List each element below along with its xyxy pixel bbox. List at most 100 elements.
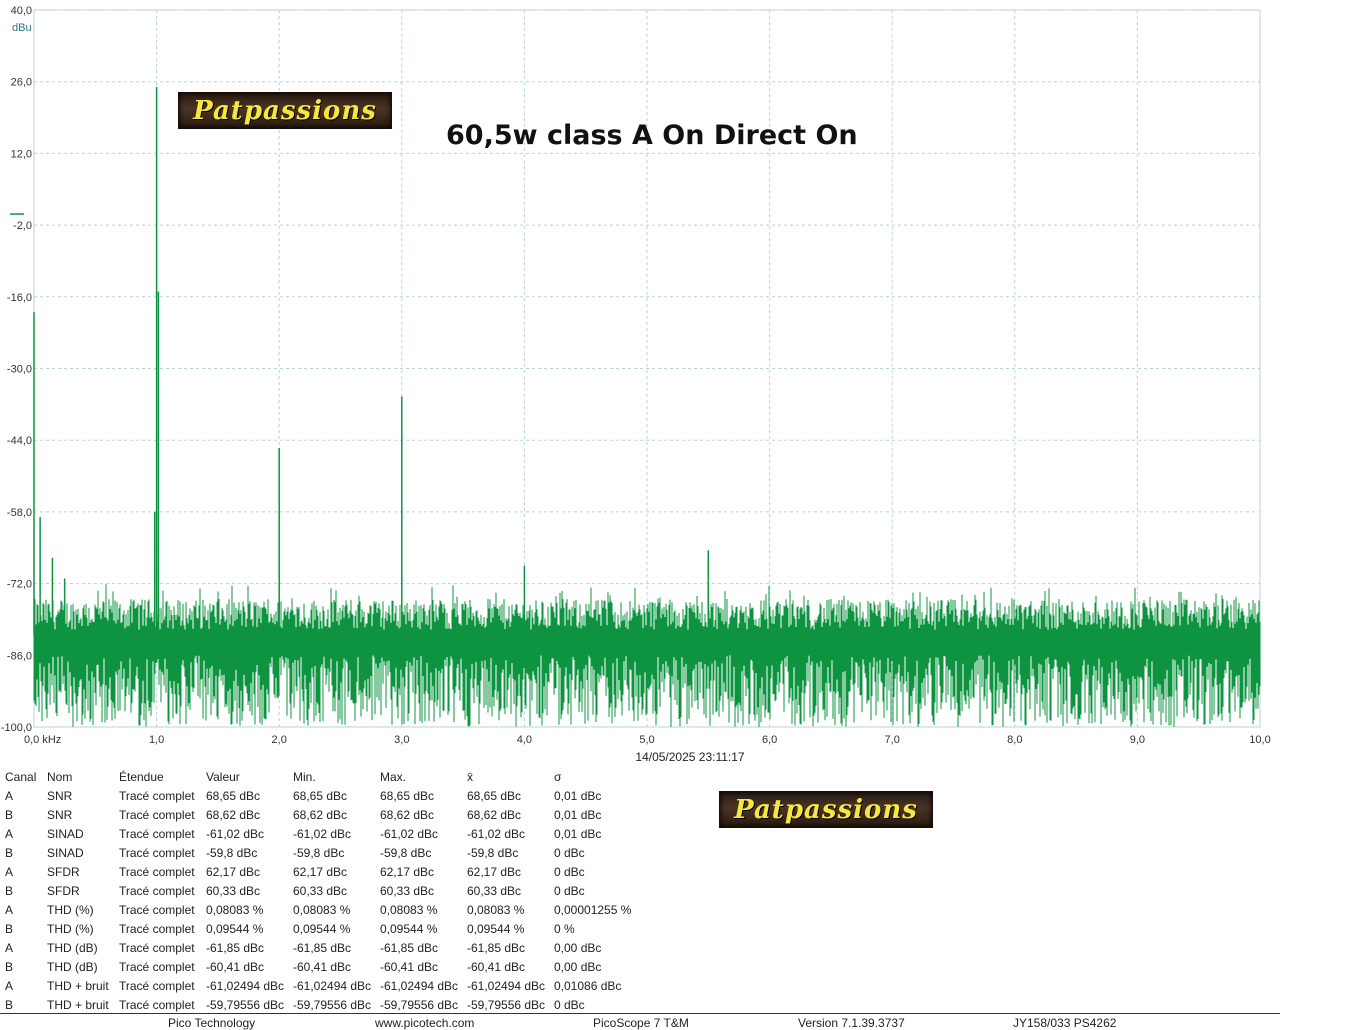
measurement-cell: -61,02494 dBc — [380, 978, 459, 993]
measurements-header-cell: Étendue — [119, 769, 164, 784]
measurements-body: A SNR Tracé complet 68,65 dBc 68,65 dBc 68,65… — [5, 786, 644, 1014]
measurement-cell: THD + bruit — [47, 978, 109, 993]
x-tick-label: 0,0 kHz — [24, 734, 61, 746]
y-tick-label: 40,0 — [11, 5, 32, 17]
measurement-row: A SFDR Tracé complet 62,17 dBc 62,17 dBc 62,1… — [5, 862, 644, 881]
measurement-cell: 60,33 dBc — [467, 883, 522, 898]
footer-divider — [0, 1013, 1280, 1014]
measurement-cell: -59,8 dBc — [467, 845, 519, 860]
y-tick-label: -30,0 — [7, 364, 32, 376]
measurement-cell: 0,08083 % — [467, 902, 525, 917]
measurement-cell: 68,65 dBc — [467, 788, 522, 803]
measurement-cell: B — [5, 959, 14, 974]
measurement-cell: 60,33 dBc — [380, 883, 435, 898]
measurement-cell: 0,08083 % — [293, 902, 351, 917]
x-axis-ticks: 0,0 kHz 1,0 2,0 3,0 4,0 5,0 6,0 7,0 8,0 9,0 10,0 — [24, 734, 1271, 746]
measurement-cell: 60,33 dBc — [293, 883, 348, 898]
measurements-header-cell: σ — [554, 769, 562, 784]
measurement-cell: B — [5, 997, 14, 1012]
measurement-cell: Tracé complet — [119, 864, 195, 879]
measurement-cell: 0,09544 % — [206, 921, 264, 936]
measurement-cell: B — [5, 883, 14, 898]
x-tick-label: 5,0 — [639, 734, 654, 746]
measurement-cell: -61,02494 dBc — [467, 978, 546, 993]
y-tick-label: 12,0 — [11, 148, 32, 160]
measurement-cell: -61,02494 dBc — [293, 978, 372, 993]
footer-website: www.picotech.com — [375, 1016, 475, 1030]
measurement-cell: A — [5, 864, 14, 879]
measurement-cell: 0,00 dBc — [554, 959, 602, 974]
measurement-cell: Tracé complet — [119, 978, 195, 993]
measurement-cell: 62,17 dBc — [293, 864, 348, 879]
measurement-cell: A — [5, 788, 14, 803]
capture-timestamp: 14/05/2025 23:11:17 — [635, 750, 745, 764]
measurement-row: B THD (dB) Tracé complet -60,41 dBc -60,41 d… — [5, 957, 644, 976]
y-tick-label: -16,0 — [7, 292, 32, 304]
measurement-cell: 0 dBc — [554, 997, 585, 1012]
x-tick-label: 3,0 — [394, 734, 409, 746]
x-tick-label: 9,0 — [1130, 734, 1145, 746]
measurements-header-cell: Canal — [5, 769, 37, 784]
x-tick-label: 7,0 — [885, 734, 900, 746]
y-tick-label: -44,0 — [7, 435, 32, 447]
measurement-cell: 0,00001255 % — [554, 902, 632, 917]
measurement-cell: 68,65 dBc — [206, 788, 261, 803]
measurement-cell: -61,02 dBc — [206, 826, 265, 841]
patpassions-logo-bottom: Patpassions — [719, 791, 933, 828]
measurement-cell: SNR — [47, 788, 73, 803]
x-tick-label: 4,0 — [517, 734, 532, 746]
measurement-cell: Tracé complet — [119, 807, 195, 822]
measurement-cell: THD (dB) — [47, 940, 98, 955]
measurement-cell: -61,85 dBc — [380, 940, 439, 955]
measurement-cell: 0,09544 % — [467, 921, 525, 936]
measurement-cell: 60,33 dBc — [206, 883, 261, 898]
measurement-cell: 0 % — [554, 921, 575, 936]
measurement-row: A SNR Tracé complet 68,65 dBc 68,65 dBc 68,65… — [5, 786, 644, 805]
y-tick-label: -100,0 — [1, 722, 32, 734]
measurement-row: A THD (dB) Tracé complet -61,85 dBc -61,85 d… — [5, 938, 644, 957]
measurement-cell: -60,41 dBc — [206, 959, 265, 974]
measurement-cell: -60,41 dBc — [293, 959, 352, 974]
measurement-cell: 68,62 dBc — [206, 807, 261, 822]
measurement-cell: SINAD — [47, 826, 84, 841]
measurement-cell: -59,8 dBc — [206, 845, 258, 860]
measurement-row: A THD (%) Tracé complet 0,08083 % 0,08083 % 0… — [5, 900, 644, 919]
measurements-header-cell: x̄ — [467, 769, 473, 784]
x-tick-label: 6,0 — [762, 734, 777, 746]
measurement-cell: -59,79556 dBc — [467, 997, 546, 1012]
measurement-cell: THD (%) — [47, 921, 94, 936]
footer-company: Pico Technology — [168, 1016, 256, 1030]
measurement-cell: A — [5, 902, 14, 917]
measurement-cell: -61,02494 dBc — [206, 978, 285, 993]
y-tick-label: -72,0 — [7, 579, 32, 591]
measurements-header-cell: Min. — [293, 769, 316, 784]
measurement-cell: SFDR — [47, 864, 80, 879]
measurement-cell: Tracé complet — [119, 883, 195, 898]
y-tick-label: -86,0 — [7, 650, 32, 662]
measurement-cell: 0,08083 % — [380, 902, 438, 917]
measurement-cell: 0 dBc — [554, 845, 585, 860]
measurement-cell: -59,79556 dBc — [206, 997, 285, 1012]
measurement-row: B THD (%) Tracé complet 0,09544 % 0,09544 % 0… — [5, 919, 644, 938]
x-tick-label: 10,0 — [1249, 734, 1270, 746]
measurement-cell: Tracé complet — [119, 997, 195, 1012]
measurement-cell: A — [5, 940, 14, 955]
measurement-cell: Tracé complet — [119, 959, 195, 974]
measurement-cell: 0,01 dBc — [554, 826, 602, 841]
measurement-cell: Tracé complet — [119, 845, 195, 860]
measurement-cell: Tracé complet — [119, 788, 195, 803]
measurement-cell: 0,09544 % — [380, 921, 438, 936]
measurement-cell: 0,00 dBc — [554, 940, 602, 955]
measurement-row: B THD + bruit Tracé complet -59,79556 dBc -5… — [5, 995, 644, 1014]
measurement-cell: -60,41 dBc — [380, 959, 439, 974]
measurement-cell: 0 dBc — [554, 883, 585, 898]
measurement-cell: 68,62 dBc — [293, 807, 348, 822]
measurement-cell: -59,79556 dBc — [293, 997, 372, 1012]
measurement-cell: 68,62 dBc — [380, 807, 435, 822]
x-tick-label: 1,0 — [149, 734, 164, 746]
measurement-cell: 0,01086 dBc — [554, 978, 622, 993]
measurements-table: Canal Nom Étendue Valeur Min. Max. x̄ σ A SNR Tra… — [5, 767, 644, 1014]
measurement-cell: 62,17 dBc — [380, 864, 435, 879]
measurement-cell: THD + bruit — [47, 997, 109, 1012]
measurement-cell: 68,65 dBc — [380, 788, 435, 803]
